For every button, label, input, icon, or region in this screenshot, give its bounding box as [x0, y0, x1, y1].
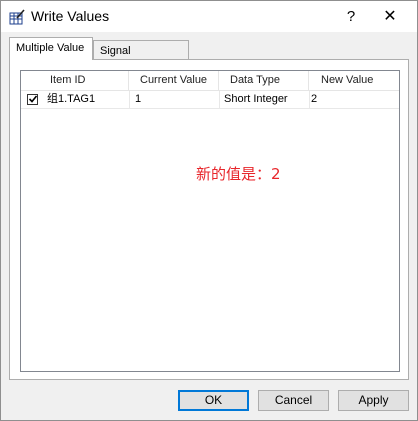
column-header-item-id[interactable]: Item ID	[21, 71, 129, 90]
cell-current-value: 1	[135, 93, 142, 105]
ok-button[interactable]: OK	[178, 390, 249, 411]
cell-data-type: Short Integer	[224, 93, 288, 105]
table-row[interactable]: 组1.TAG1 1 Short Integer 2	[21, 91, 399, 109]
column-divider	[309, 91, 310, 108]
title-bar: Write Values ? ✕	[1, 1, 417, 32]
multiple-value-panel: Item ID Current Value Data Type New Valu…	[9, 59, 409, 380]
cancel-button[interactable]: Cancel	[258, 390, 329, 411]
column-header-new-value[interactable]: New Value	[309, 71, 399, 90]
row-checkbox[interactable]	[27, 94, 38, 105]
tab-signal-generator[interactable]: Signal Generator	[93, 40, 189, 77]
write-values-dialog: Write Values ? ✕ Multiple Value Signal G…	[0, 0, 418, 421]
window-title: Write Values	[31, 8, 110, 24]
checkmark-icon	[29, 95, 37, 103]
row-divider	[21, 108, 399, 109]
column-header-data-type[interactable]: Data Type	[219, 71, 309, 90]
column-divider	[129, 91, 130, 108]
new-value-annotation: 新的值是：2	[196, 165, 281, 183]
column-divider	[219, 91, 220, 108]
write-values-app-icon	[9, 9, 25, 25]
items-list-view[interactable]: Item ID Current Value Data Type New Valu…	[20, 70, 400, 372]
list-header: Item ID Current Value Data Type New Valu…	[21, 71, 399, 91]
cell-item-id: 组1.TAG1	[47, 93, 96, 105]
column-header-current-value[interactable]: Current Value	[129, 71, 219, 90]
apply-button[interactable]: Apply	[338, 390, 409, 411]
close-button[interactable]: ✕	[376, 6, 404, 28]
help-button[interactable]: ?	[337, 6, 365, 28]
tab-multiple-value[interactable]: Multiple Value	[9, 37, 93, 60]
cell-new-value[interactable]: 2	[311, 91, 399, 108]
